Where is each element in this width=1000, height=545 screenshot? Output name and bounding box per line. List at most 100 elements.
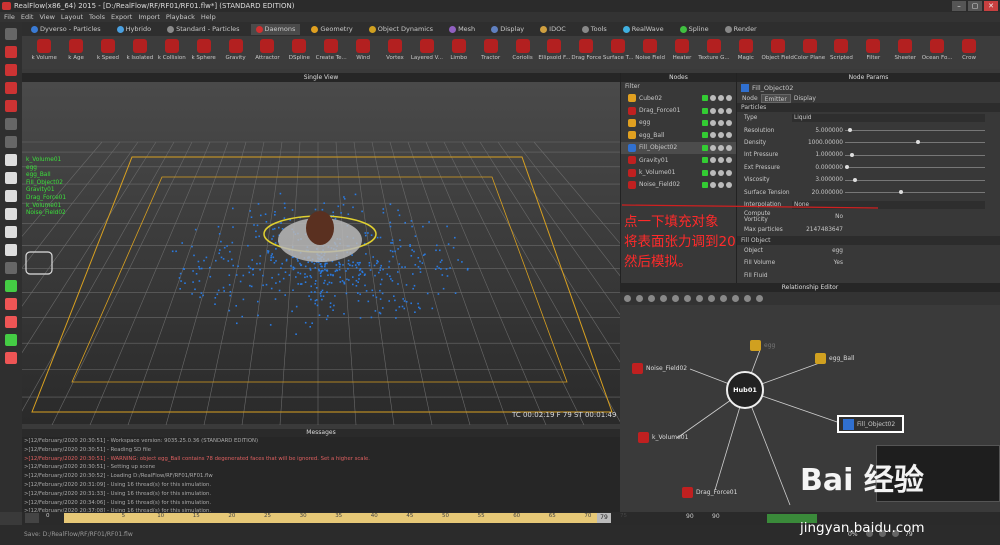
slider-knob[interactable] xyxy=(899,190,904,195)
close-button[interactable]: ✕ xyxy=(984,1,998,11)
shelf-item-0[interactable]: k Volume xyxy=(30,36,58,67)
tab-display[interactable]: Display xyxy=(791,94,819,103)
param-value[interactable]: No xyxy=(792,214,843,220)
param-slider[interactable] xyxy=(845,128,985,133)
shelf-item-16[interactable]: Ellipsoid F... xyxy=(538,36,570,67)
param-value[interactable]: egg xyxy=(792,248,843,254)
tab-2[interactable]: Standard - Particles xyxy=(162,24,244,35)
tool-icon[interactable] xyxy=(756,295,763,302)
toggle-icon[interactable] xyxy=(718,157,724,164)
timeline-end-max[interactable]: 90 xyxy=(712,513,720,520)
tool-icon[interactable] xyxy=(624,295,631,302)
shelf-item-29[interactable]: Crow xyxy=(955,36,983,67)
paint-icon[interactable] xyxy=(5,298,17,310)
toggle-icon[interactable] xyxy=(726,95,732,102)
torus-icon[interactable] xyxy=(5,208,17,220)
shelf-item-14[interactable]: Tractor xyxy=(476,36,504,67)
tab-node[interactable]: Node xyxy=(739,94,761,103)
shelf-item-10[interactable]: Wind xyxy=(349,36,377,67)
toggle-icon[interactable] xyxy=(718,119,724,126)
tab-emitter[interactable]: Emitter xyxy=(760,94,791,103)
toggle-icon[interactable] xyxy=(710,95,716,102)
sphere-icon[interactable] xyxy=(5,190,17,202)
toggle-icon[interactable] xyxy=(726,181,732,188)
param-slider[interactable] xyxy=(845,190,985,195)
slider-knob[interactable] xyxy=(853,177,858,182)
shelf-item-17[interactable]: Drag Force xyxy=(571,36,601,67)
param-slider[interactable] xyxy=(845,165,985,170)
rel-node-drag-force[interactable]: Drag_Force01 xyxy=(682,487,737,498)
shelf-item-12[interactable]: Layered V... xyxy=(411,36,443,67)
shelf-item-23[interactable]: Object Field xyxy=(762,36,794,67)
tab-11[interactable]: Spline xyxy=(675,24,714,35)
param-value[interactable]: 2147483647 xyxy=(792,227,843,233)
shelf-item-9[interactable]: Create Te... xyxy=(316,36,347,67)
shelf-item-28[interactable]: Ocean Fo... xyxy=(922,36,953,67)
param-slider[interactable] xyxy=(845,177,985,182)
node-row[interactable]: egg xyxy=(621,117,736,129)
slider-knob[interactable] xyxy=(847,128,852,133)
toggle-icon[interactable] xyxy=(702,144,708,151)
toggle-icon[interactable] xyxy=(718,144,724,151)
shelf-item-21[interactable]: Texture G... xyxy=(698,36,730,67)
toggle-icon[interactable] xyxy=(710,119,716,126)
param-value[interactable]: 1000.00000 xyxy=(792,140,843,146)
tab-3[interactable]: Daemons xyxy=(250,23,301,35)
shelf-item-24[interactable]: Color Plane xyxy=(794,36,825,67)
toggle-icon[interactable] xyxy=(726,144,732,151)
fill-object-section[interactable]: Fill Object xyxy=(737,235,1000,245)
pencil-icon[interactable] xyxy=(5,118,17,130)
rel-node-k-volume[interactable]: k_Volume01 xyxy=(638,432,688,443)
tool-icon[interactable] xyxy=(684,295,691,302)
toggle-icon[interactable] xyxy=(718,181,724,188)
param-slider[interactable] xyxy=(845,152,985,157)
toggle-icon[interactable] xyxy=(710,157,716,164)
toggle-icon[interactable] xyxy=(718,107,724,114)
toggle-icon[interactable] xyxy=(726,169,732,176)
knife-icon[interactable] xyxy=(5,316,17,328)
rel-node-fill-object[interactable]: Fill_Object02 xyxy=(837,415,904,433)
particles-section[interactable]: Particles xyxy=(737,103,1000,112)
brush-icon[interactable] xyxy=(5,280,17,292)
tool-icon[interactable] xyxy=(636,295,643,302)
node-row[interactable]: Noise_Field02 xyxy=(621,179,736,191)
param-value[interactable]: 5.000000 xyxy=(792,128,843,134)
tool-icon[interactable] xyxy=(732,295,739,302)
toggle-icon[interactable] xyxy=(726,157,732,164)
tool-icon[interactable] xyxy=(648,295,655,302)
param-value[interactable]: 0.000000 xyxy=(792,165,843,171)
nodes-filter[interactable]: Filter xyxy=(621,82,736,92)
param-value[interactable]: 20.000000 xyxy=(792,190,843,196)
tab-12[interactable]: Render xyxy=(720,24,762,35)
shelf-item-8[interactable]: DSpline xyxy=(285,36,313,67)
viewport-scene[interactable] xyxy=(22,82,620,425)
param-value[interactable]: 3.000000 xyxy=(792,177,843,183)
toggle-icon[interactable] xyxy=(718,95,724,102)
toggle-icon[interactable] xyxy=(710,169,716,176)
node-row[interactable]: k_Volume01 xyxy=(621,166,736,178)
shelf-icon[interactable] xyxy=(5,46,17,58)
tool-icon[interactable] xyxy=(660,295,667,302)
param-slider[interactable] xyxy=(845,140,985,145)
slider-knob[interactable] xyxy=(845,165,849,170)
menu-file[interactable]: File xyxy=(4,13,15,21)
toggle-icon[interactable] xyxy=(726,119,732,126)
circle-icon[interactable] xyxy=(5,226,17,238)
toggle-icon[interactable] xyxy=(710,144,716,151)
save-icon[interactable] xyxy=(5,334,17,346)
shelf-item-25[interactable]: Scripted xyxy=(827,36,855,67)
node-row[interactable]: Drag_Force01 xyxy=(621,104,736,116)
rel-node-egg-ball[interactable]: egg_Ball xyxy=(815,353,854,364)
menu-view[interactable]: View xyxy=(39,13,54,21)
hub-node[interactable]: Hub01 xyxy=(726,371,764,409)
toggle-icon[interactable] xyxy=(702,169,708,176)
toggle-icon[interactable] xyxy=(718,132,724,139)
toggle-icon[interactable] xyxy=(702,157,708,164)
toggle-icon[interactable] xyxy=(702,107,708,114)
tab-8[interactable]: IDOC xyxy=(535,24,571,35)
shelf-item-7[interactable]: Attractor xyxy=(253,36,281,67)
tool-icon[interactable] xyxy=(744,295,751,302)
toggle-icon[interactable] xyxy=(710,132,716,139)
menu-layout[interactable]: Layout xyxy=(61,13,83,21)
maximize-button[interactable]: ▢ xyxy=(968,1,982,11)
